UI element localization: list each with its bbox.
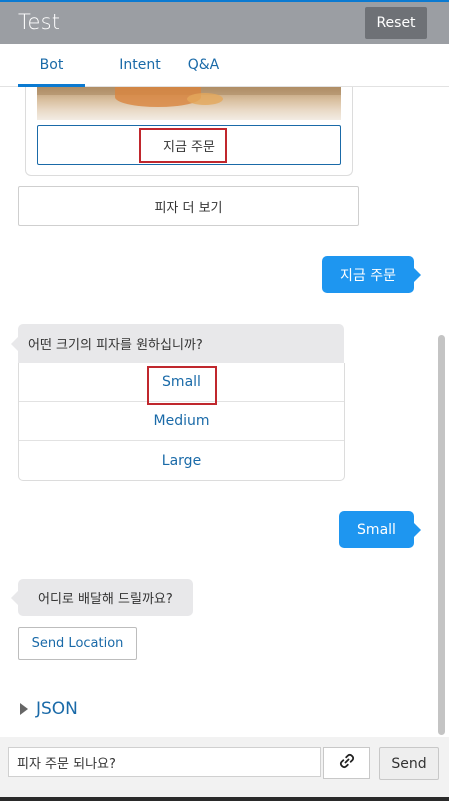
send-location-button[interactable]: Send Location [18, 627, 137, 660]
attach-link-button[interactable] [323, 747, 370, 779]
user-message: 지금 주문 [322, 256, 421, 293]
pizza-topping [187, 93, 223, 105]
size-option-medium[interactable]: Medium [19, 402, 344, 441]
highlight-box [147, 366, 217, 405]
bot-message: 어떤 크기의 피자를 원하십니까? [11, 324, 344, 363]
json-toggle[interactable]: JSON [20, 698, 78, 720]
reset-button[interactable]: Reset [365, 7, 427, 39]
highlight-box [139, 128, 227, 163]
pizza-image [37, 87, 341, 120]
link-icon [338, 752, 356, 774]
user-message: Small [339, 511, 421, 548]
json-label: JSON [36, 699, 78, 719]
tab-bot[interactable]: Bot [18, 44, 85, 87]
caret-right-icon [20, 703, 28, 715]
chat-scrollbar[interactable] [438, 335, 445, 735]
bot-message: 어디로 배달해 드릴까요? [11, 579, 193, 616]
page-title: Test [18, 10, 61, 34]
send-button[interactable]: Send [379, 747, 439, 780]
tab-qa[interactable]: Q&A [180, 44, 227, 86]
see-more-pizza-button[interactable]: 피자 더 보기 [18, 186, 359, 226]
size-option-large[interactable]: Large [19, 441, 344, 480]
tab-bar: Bot Intent Q&A [0, 44, 449, 87]
app-header: Test Reset [0, 2, 449, 44]
window-bottom-edge [0, 797, 449, 801]
message-input[interactable]: 피자 주문 되나요? [8, 747, 321, 777]
tab-intent[interactable]: Intent [98, 44, 182, 86]
